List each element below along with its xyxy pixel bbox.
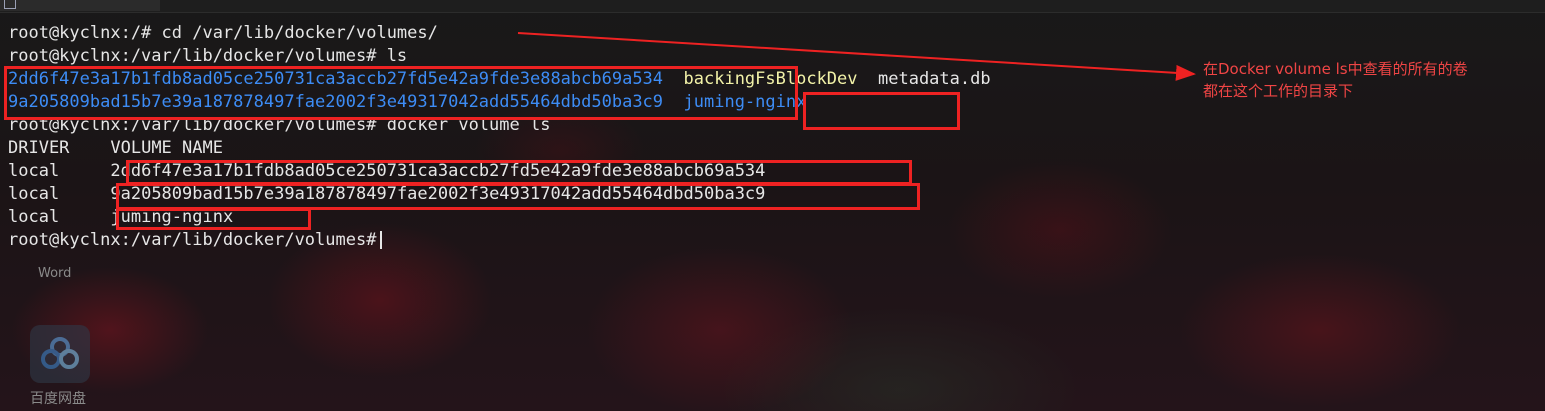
annotation-line-2: 都在这个工作的目录下 <box>1203 82 1354 100</box>
highlight-box-volume-row-2 <box>116 183 920 210</box>
highlight-box-volume-dirs <box>4 66 798 120</box>
volume-table-header: DRIVER VOLUME NAME <box>8 137 1545 160</box>
volume-name-header: VOLUME NAME <box>110 138 223 158</box>
baidu-netdisk-icon <box>30 325 90 383</box>
desktop-baidu-label: 百度网盘 <box>30 391 86 407</box>
volume-driver: local <box>8 161 60 181</box>
terminal-icon <box>4 0 16 9</box>
annotation-note: 在Docker volume ls中查看的所有的卷 都在这个工作的目录下 <box>1203 58 1523 102</box>
volume-driver: local <box>8 207 60 227</box>
highlight-box-volume-row-1 <box>126 160 912 185</box>
annotation-line-1: 在Docker volume ls中查看的所有的卷 <box>1203 60 1468 78</box>
driver-header: DRIVER <box>8 138 70 158</box>
shell-prompt: root@kyclnx:/var/lib/docker/volumes# <box>8 230 377 250</box>
desktop-word-label: Word <box>38 266 72 281</box>
terminal-prompt-line: root@kyclnx:/var/lib/docker/volumes# <box>8 229 1545 252</box>
terminal-title-bar <box>0 0 1545 13</box>
metadata-db-file: metadata.db <box>878 69 991 89</box>
text-cursor <box>380 231 383 249</box>
highlight-box-volume-row-3 <box>116 208 311 230</box>
terminal-line-cd: root@kyclnx:/# cd /var/lib/docker/volume… <box>8 23 438 43</box>
volume-driver: local <box>8 184 60 204</box>
terminal-tab[interactable] <box>0 0 160 11</box>
highlight-box-juming-nginx <box>803 92 960 130</box>
